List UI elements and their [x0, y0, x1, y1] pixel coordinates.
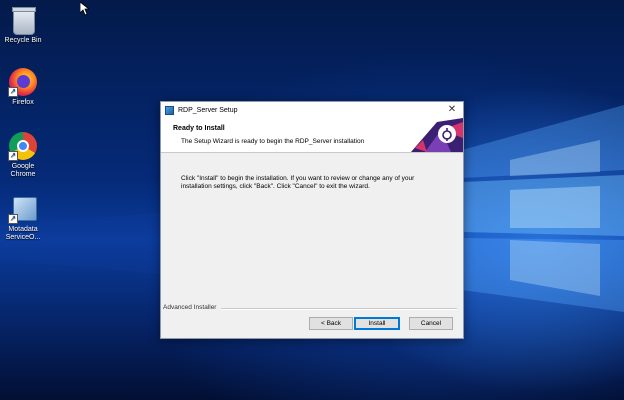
branding-label: Advanced Installer [163, 304, 217, 311]
installer-banner-image [411, 118, 463, 152]
chrome-icon: ↗ [8, 132, 37, 161]
firefox-icon: ↗ [8, 68, 37, 97]
setup-app-icon [165, 105, 174, 115]
desktop-icon-label: Google Chrome [10, 163, 36, 178]
dialog-title: RDP_Server Setup [178, 106, 238, 114]
desktop-icon-firefox[interactable]: ↗ Firefox [0, 68, 46, 107]
desktop-icon-label: Firefox [12, 99, 34, 106]
shortcut-arrow-icon: ↗ [8, 87, 18, 97]
desktop-icon-chrome[interactable]: ↗ Google Chrome [0, 132, 46, 179]
shortcut-arrow-icon: ↗ [8, 214, 18, 224]
install-button[interactable]: Install [354, 317, 400, 330]
dialog-titlebar[interactable]: RDP_Server Setup ✕ [161, 102, 463, 118]
desktop-icon-recycle-bin[interactable]: Recycle Bin [0, 6, 46, 45]
back-button[interactable]: < Back [309, 317, 353, 330]
dialog-body-text: Click "Install" to begin the installatio… [181, 175, 415, 190]
desktop-icon-label: Recycle Bin [4, 37, 42, 44]
recycle-bin-icon [12, 7, 36, 35]
header-subtitle: The Setup Wizard is ready to begin the R… [181, 138, 365, 145]
header-title: Ready to Install [173, 125, 225, 132]
close-button[interactable]: ✕ [441, 102, 463, 118]
dialog-header: Ready to Install The Setup Wizard is rea… [161, 118, 463, 153]
desktop-icon-label: Motadata ServiceO... [5, 226, 41, 241]
cancel-button[interactable]: Cancel [409, 317, 453, 330]
setup-dialog: RDP_Server Setup ✕ Ready to Install The … [160, 101, 464, 339]
shortcut-arrow-icon: ↗ [8, 151, 18, 161]
branding-divider [221, 308, 457, 310]
desktop-icon-motadata[interactable]: ↗ Motadata ServiceO... [0, 195, 46, 242]
